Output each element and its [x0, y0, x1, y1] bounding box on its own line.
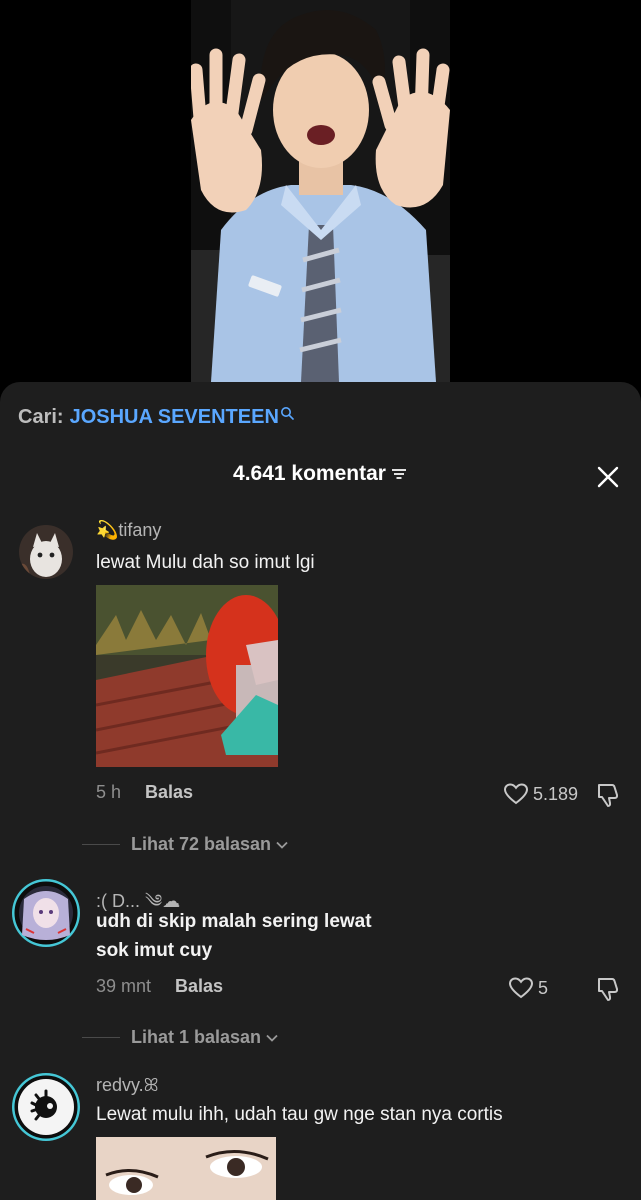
- comment-text: lewat Mulu dah so imut lgi: [96, 552, 315, 573]
- comment-count: 4.641 komentar: [233, 462, 386, 485]
- search-prefix: Cari:: [18, 406, 64, 428]
- comment-meta: 5 h Balas: [96, 782, 193, 803]
- comment-username[interactable]: 💫tifany: [96, 520, 161, 541]
- view-replies-label: Lihat 72 balasan: [131, 834, 272, 854]
- like-count: 5: [538, 977, 549, 998]
- search-icon: [280, 406, 294, 420]
- like-count: 5.189: [533, 783, 579, 804]
- dislike-icon[interactable]: [594, 782, 620, 808]
- comments-header: 4.641 komentar: [0, 462, 641, 486]
- comment-username[interactable]: redvy.ꕤ: [96, 1075, 159, 1096]
- view-replies-button[interactable]: Lihat 1 balasan: [82, 1027, 279, 1048]
- video-frame[interactable]: [191, 0, 450, 382]
- close-icon[interactable]: [597, 466, 619, 488]
- comment-sticker-image[interactable]: [96, 585, 278, 767]
- search-suggestion[interactable]: Cari: JOSHUA SEVENTEEN: [18, 406, 294, 429]
- like-button[interactable]: 5: [508, 976, 548, 1000]
- avatar[interactable]: [19, 525, 73, 579]
- avatar[interactable]: [12, 879, 80, 947]
- heart-icon: [503, 783, 529, 805]
- comment-time: 39 mnt: [96, 976, 152, 996]
- avatar[interactable]: [12, 1073, 80, 1141]
- chevron-down-icon: [276, 841, 288, 849]
- view-replies-button[interactable]: Lihat 72 balasan: [82, 834, 289, 855]
- search-term-link[interactable]: JOSHUA SEVENTEEN: [70, 406, 279, 429]
- comment-image[interactable]: [96, 1137, 276, 1200]
- comments-sheet: Cari: JOSHUA SEVENTEEN 4.641 komentar 💫t…: [0, 382, 641, 1200]
- reply-button[interactable]: Balas: [145, 782, 193, 803]
- comment-meta: 39 mnt Balas: [96, 976, 223, 997]
- chevron-down-icon: [266, 1034, 278, 1042]
- divider-line: [82, 1037, 120, 1038]
- filter-icon[interactable]: [390, 467, 408, 481]
- heart-icon: [508, 977, 534, 999]
- comment-text-line-1: udh di skip malah sering lewat: [96, 911, 372, 932]
- comment-time: 5 h: [96, 782, 122, 802]
- comment-text: Lewat mulu ihh, udah tau gw nge stan nya…: [96, 1104, 503, 1125]
- dislike-icon[interactable]: [594, 976, 620, 1002]
- reply-button[interactable]: Balas: [175, 976, 223, 997]
- divider-line: [82, 844, 120, 845]
- comment-text-line-2: sok imut cuy: [96, 940, 213, 961]
- view-replies-label: Lihat 1 balasan: [131, 1027, 262, 1047]
- like-button[interactable]: 5.189: [503, 782, 578, 806]
- video-player[interactable]: [0, 0, 641, 400]
- video-thumbnail-image: [191, 0, 450, 382]
